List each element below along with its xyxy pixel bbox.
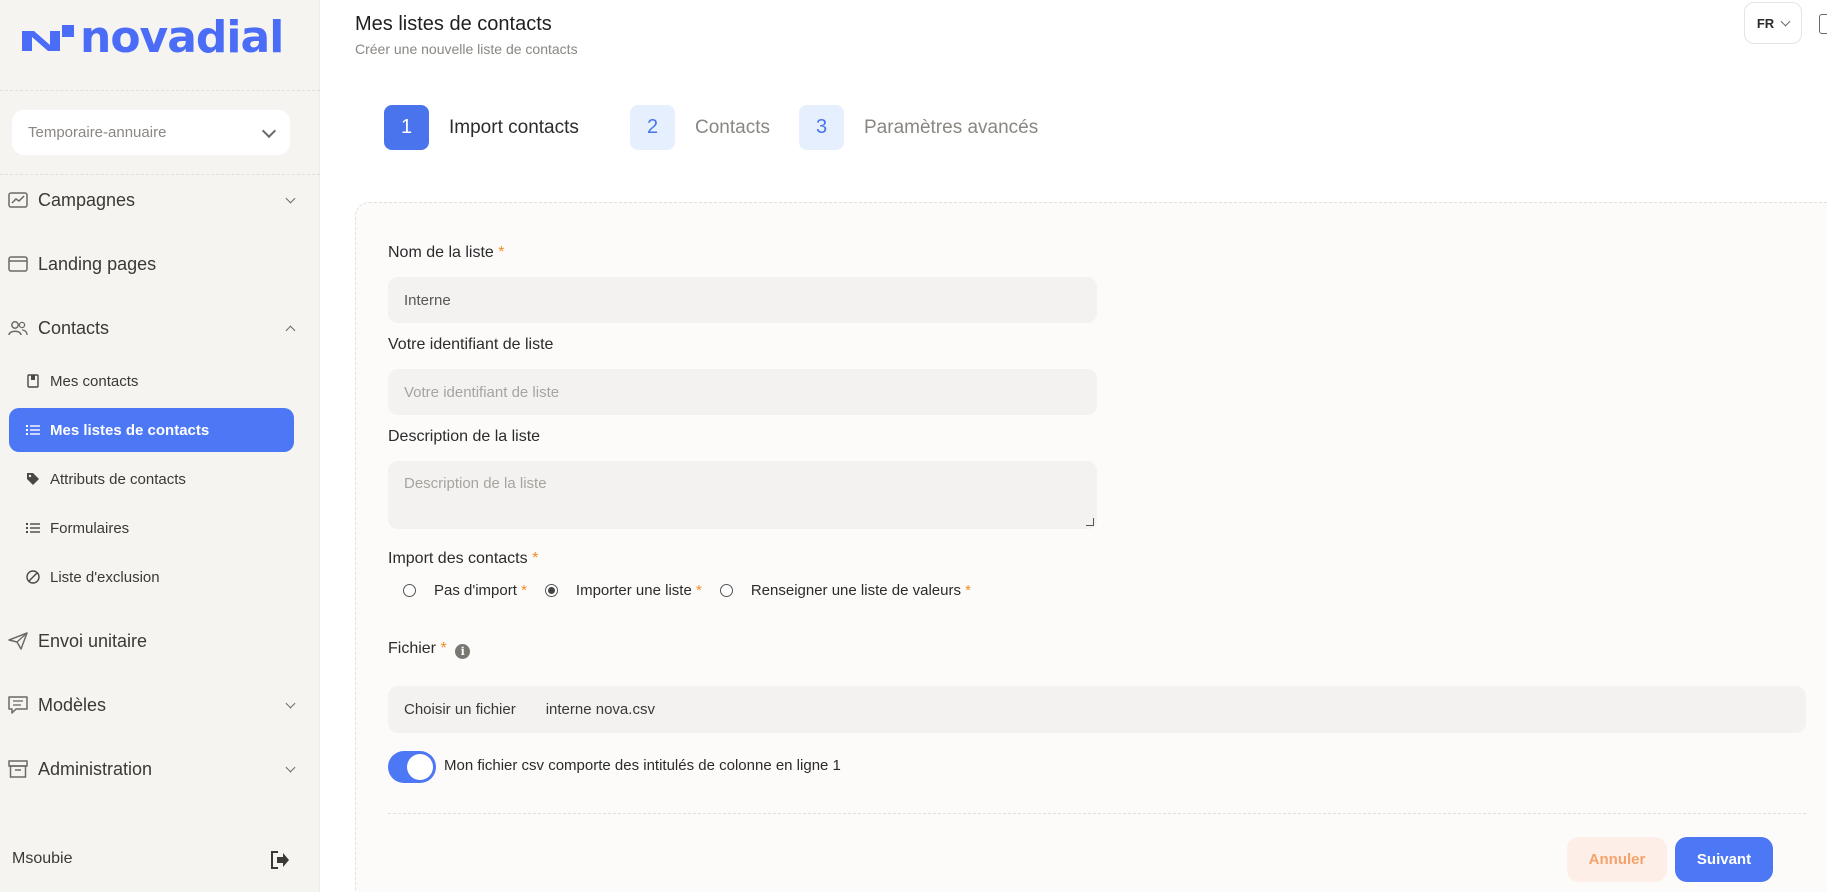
tag-icon [25, 471, 41, 487]
list-identifier-label: Votre identifiant de liste [388, 336, 554, 353]
sidebar-item-envoi-unitaire[interactable]: Envoi unitaire [8, 621, 302, 661]
step-number: 3 [799, 105, 844, 150]
sidebar-item-contacts[interactable]: Contacts [8, 308, 302, 348]
sidebar-item-landing-pages[interactable]: Landing pages [8, 244, 302, 284]
step-contacts[interactable]: 2 Contacts [630, 105, 770, 150]
sidebar-item-label: Mes listes de contacts [50, 421, 210, 439]
sidebar-item-label: Formulaires [50, 519, 130, 537]
sidebar-item-label: Contacts [38, 317, 110, 338]
import-mode-radio-group: Pas d'import * Importer une liste * Rens… [403, 582, 971, 599]
chevron-down-icon [1780, 16, 1791, 26]
archive-box-icon [8, 760, 28, 778]
required-mark: * [440, 640, 447, 657]
sidebar-item-mes-listes-de-contacts[interactable]: Mes listes de contacts [9, 408, 294, 452]
sidebar-item-administration[interactable]: Administration [8, 749, 302, 789]
sidebar-item-label: Envoi unitaire [38, 630, 148, 651]
sidebar-item-label: Modèles [38, 694, 107, 715]
sidebar-item-label: Administration [38, 758, 153, 779]
sidebar-item-liste-exclusion[interactable]: Liste d'exclusion [9, 555, 294, 599]
radio-importer-liste[interactable]: Importer une liste * [544, 582, 702, 599]
radio-button[interactable] [719, 584, 733, 597]
workspace-select-value: Temporaire-annuaire [28, 124, 167, 141]
radio-button-selected[interactable] [544, 584, 558, 597]
users-icon [8, 319, 28, 337]
next-button[interactable]: Suivant [1675, 837, 1773, 882]
chevron-down-icon [261, 123, 277, 138]
ban-icon [25, 569, 41, 585]
list-identifier-input[interactable]: Votre identifiant de liste [388, 369, 1097, 415]
list-icon [25, 520, 41, 536]
logout-icon[interactable] [270, 851, 290, 869]
cancel-button[interactable]: Annuler [1567, 837, 1667, 882]
list-description-placeholder: Description de la liste [404, 475, 547, 492]
sidebar-item-mes-contacts[interactable]: Mes contacts [9, 359, 294, 403]
sidebar-item-modeles[interactable]: Modèles [8, 685, 302, 725]
csv-header-toggle-label: Mon fichier csv comporte des intitulés d… [444, 757, 841, 774]
campaign-chart-icon [8, 191, 28, 209]
list-name-value: Interne [404, 291, 451, 309]
list-name-label: Nom de la liste * [388, 244, 505, 261]
step-parametres-avances[interactable]: 3 Paramètres avancés [799, 105, 1038, 150]
sidebar-item-label: Attributs de contacts [50, 470, 186, 488]
paper-plane-icon [8, 632, 28, 650]
required-mark: * [521, 582, 527, 599]
csv-header-toggle[interactable] [388, 751, 436, 783]
toggle-knob [407, 754, 433, 780]
required-mark: * [695, 582, 702, 599]
sidebar-item-label: Mes contacts [50, 372, 139, 390]
sidebar-item-formulaires[interactable]: Formulaires [9, 506, 294, 550]
list-identifier-placeholder: Votre identifiant de liste [404, 383, 560, 401]
sidebar-divider [0, 174, 320, 175]
brand-name: novadial [80, 12, 284, 63]
message-template-icon [8, 696, 28, 714]
sidebar-item-label: Campagnes [38, 189, 136, 210]
window-toggle-icon[interactable] [1819, 14, 1827, 34]
list-name-input[interactable]: Interne [388, 277, 1097, 323]
sidebar: novadial Temporaire-annuaire Campagnes L… [0, 0, 320, 892]
page-subtitle: Créer une nouvelle liste de contacts [355, 41, 578, 57]
resize-handle-icon[interactable] [1086, 518, 1094, 526]
sidebar-item-label: Landing pages [38, 253, 157, 274]
radio-button[interactable] [403, 584, 416, 597]
chevron-down-icon [285, 193, 296, 203]
step-number: 2 [630, 105, 675, 150]
page-title: Mes listes de contacts [355, 13, 552, 35]
address-book-icon [25, 373, 41, 389]
required-mark: * [498, 244, 505, 261]
step-label: Paramètres avancés [864, 116, 1039, 138]
workspace-select[interactable]: Temporaire-annuaire [12, 110, 290, 155]
sidebar-item-attributs-de-contacts[interactable]: Attributs de contacts [9, 457, 294, 501]
chevron-down-icon [285, 762, 296, 772]
language-code: FR [1756, 15, 1775, 31]
chevron-up-icon [285, 325, 296, 335]
chevron-down-icon [285, 698, 296, 708]
radio-pas-import[interactable]: Pas d'import * [403, 582, 527, 599]
language-selector[interactable]: FR [1744, 2, 1802, 44]
import-contacts-label: Import des contacts * [388, 550, 539, 567]
file-label: Fichier * i [388, 640, 471, 659]
info-icon[interactable]: i [455, 644, 471, 659]
file-input[interactable]: Choisir un fichier interne nova.csv [388, 686, 1806, 733]
sidebar-divider [0, 90, 320, 91]
list-description-label: Description de la liste [388, 428, 541, 445]
selected-file-name: interne nova.csv [545, 701, 655, 718]
novadial-logo-icon [22, 25, 74, 51]
brand-logo[interactable]: novadial [20, 12, 284, 63]
sidebar-item-label: Liste d'exclusion [50, 568, 160, 586]
step-label: Contacts [695, 116, 770, 138]
radio-liste-valeurs[interactable]: Renseigner une liste de valeurs * [719, 582, 971, 599]
sidebar-item-campagnes[interactable]: Campagnes [8, 180, 302, 220]
required-mark: * [532, 550, 539, 567]
form-divider [388, 813, 1806, 814]
step-import-contacts[interactable]: 1 Import contacts [384, 105, 579, 150]
browser-window-icon [8, 255, 28, 273]
required-mark: * [965, 582, 971, 599]
list-icon [25, 422, 41, 438]
step-number: 1 [384, 105, 429, 150]
choose-file-button[interactable]: Choisir un fichier [404, 701, 516, 718]
step-label: Import contacts [449, 116, 579, 138]
list-description-textarea[interactable]: Description de la liste [388, 461, 1097, 529]
current-user-name: Msoubie [12, 850, 73, 867]
